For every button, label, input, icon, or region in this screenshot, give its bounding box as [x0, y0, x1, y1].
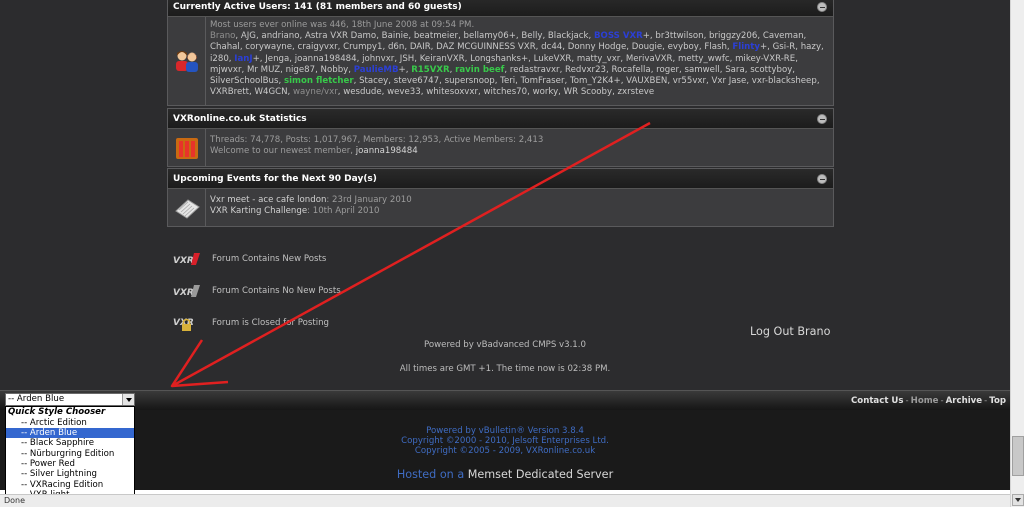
- style-option[interactable]: -- Nürburgring Edition: [6, 449, 134, 459]
- style-option[interactable]: -- VXRacing Edition: [6, 480, 134, 490]
- style-option-selected[interactable]: -- Arden Blue: [6, 427, 134, 439]
- style-chooser-select[interactable]: -- Arden Blue: [5, 393, 135, 406]
- style-option[interactable]: -- Black Sapphire: [6, 438, 134, 448]
- style-select-value: -- Arden Blue: [8, 394, 65, 404]
- status-text: Done: [4, 496, 26, 505]
- style-option[interactable]: -- Arctic Edition: [6, 418, 134, 428]
- vertical-scrollbar[interactable]: [1010, 0, 1024, 507]
- style-option[interactable]: -- Power Red: [6, 459, 134, 469]
- browser-status-bar: Done: [0, 494, 1010, 507]
- scrollbar-thumb[interactable]: [1012, 436, 1024, 476]
- annotation-arrow: [170, 121, 651, 388]
- scroll-down-arrow-icon[interactable]: [1012, 494, 1024, 506]
- chevron-down-icon[interactable]: [122, 394, 134, 405]
- style-chooser-dropdown: Quick Style Chooser -- Arctic Edition --…: [5, 406, 135, 500]
- style-group-label: Quick Style Chooser: [8, 407, 106, 417]
- browser-viewport: Currently Active Users: 141 (81 members …: [0, 0, 1010, 507]
- style-option[interactable]: -- Silver Lightning: [6, 469, 134, 479]
